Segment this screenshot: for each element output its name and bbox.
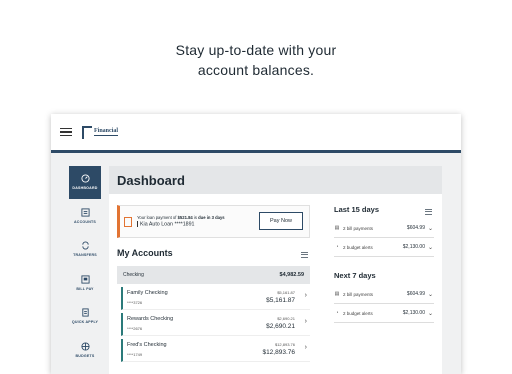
sidebar-item-label: BILL PAY [76,286,94,291]
sidebar-item-label: ACCOUNTS [74,219,96,224]
summary-amount: $2,130.00 [402,244,425,250]
document-icon [124,216,132,227]
section-title: My Accounts [117,248,173,258]
account-available: $5,161.87 [277,290,295,295]
quick-apply-icon [69,300,101,320]
app-body: DASHBOARD ACCOUNTS TRANSFERS BILL PAY QU… [51,153,461,374]
summary-row[interactable]: ▤ 2 bill payments $604.99 ⌄ [334,219,434,238]
logo-mark [82,125,92,139]
chevron-right-icon: › [304,344,307,351]
summary-amount: $604.99 [406,225,425,231]
chevron-down-icon: ⌄ [427,310,433,317]
sidebar-item-label: BUDGETS [75,353,95,358]
loan-marker [137,221,138,228]
notice-due: due in 3 days [198,215,225,221]
account-name: Fred's Checking [127,342,167,348]
summary-amount: $2,130.00 [402,310,425,316]
account-row[interactable]: Family Checking ****3726 $5,161.87 $5,16… [121,287,310,310]
bill-icon: ▤ [334,225,340,231]
logo-text: Financial [94,128,119,136]
sidebar-item-bill-pay[interactable]: BILL PAY [69,267,101,300]
accounts-icon [69,200,101,220]
marketing-headline: Stay up-to-date with your account balanc… [0,40,512,80]
sidebar-item-budgets[interactable]: BUDGETS [69,334,101,367]
bill-pay-icon [69,267,101,287]
sidebar-nav: DASHBOARD ACCOUNTS TRANSFERS BILL PAY QU… [69,166,101,367]
chevron-right-icon: › [304,292,307,299]
account-number: ****1749 [127,352,143,357]
loan-payment-notice: Your loan payment of $521.84 is due in 3… [117,205,310,238]
account-number: ****3726 [127,300,143,305]
group-total: $4,982.59 [279,272,304,278]
dashboard-icon [69,166,101,186]
top-bar: Financial [51,114,461,153]
notice-amount: $521.84 [177,215,193,221]
right-column: Last 15 days ▤ 2 bill payments $604.99 ⌄… [334,205,434,323]
filter-icon[interactable] [301,250,308,259]
notice-mid: is [193,215,197,221]
budget-alert-icon: ◔ [335,310,339,316]
dashboard-panel: Dashboard Your loan payment of $521.84 i… [109,166,442,374]
summary-amount: $604.99 [406,291,425,297]
summary-text: 2 budget alerts [343,310,373,316]
tablet-app-window: Financial DASHBOARD ACCOUNTS TRANSFERS B… [51,114,461,374]
summary-row[interactable]: ◔ 2 budget alerts $2,130.00 ⌄ [334,304,434,323]
sidebar-item-label: QUICK APPLY [71,320,99,324]
bank-logo: Financial [82,125,119,139]
pay-now-button[interactable]: Pay Now [259,212,303,230]
account-name: Rewards Checking [127,316,174,322]
headline-line-1: Stay up-to-date with your [175,42,337,58]
account-row[interactable]: Rewards Checking ****2676 $2,690.21 $2,6… [121,313,310,336]
chevron-down-icon: ⌄ [427,291,433,298]
headline-line-2: account balances. [197,62,315,78]
chevron-down-icon: ⌄ [427,225,433,232]
account-available: $12,893.76 [274,342,295,347]
account-available: $2,690.21 [277,316,295,321]
sidebar-item-label: DASHBOARD [72,186,98,190]
page-title: Dashboard [109,166,442,194]
account-balance: $5,161.87 [266,297,295,304]
my-accounts-heading: My Accounts [117,248,310,262]
summary-text: 2 bill payments [343,225,374,231]
next-7-days-heading: Next 7 days [334,271,434,285]
chevron-down-icon: ⌄ [427,244,433,251]
account-group-header: Checking $4,982.59 [117,266,310,284]
section-title: Last 15 days [334,205,380,214]
hamburger-menu-icon[interactable] [60,126,72,139]
loan-name: Kia Auto Loan ****1891 [140,221,195,228]
sidebar-item-transfers[interactable]: TRANSFERS [69,233,101,266]
account-balance: $2,690.21 [266,323,295,330]
summary-text: 2 bill payments [343,291,374,297]
last-15-days-heading: Last 15 days [334,205,434,219]
chevron-right-icon: › [304,318,307,325]
transfers-icon [69,233,101,253]
budgets-icon [69,334,101,354]
summary-text: 2 budget alerts [343,244,373,250]
account-balance: $12,893.76 [262,349,295,356]
account-number: ****2676 [127,326,143,331]
filter-icon[interactable] [425,207,432,216]
budget-alert-icon: ◔ [335,244,339,250]
sidebar-item-dashboard[interactable]: DASHBOARD [69,166,101,199]
group-label: Checking [123,272,144,278]
bill-icon: ▤ [334,291,340,297]
notice-text: Your loan payment of $521.84 is due in 3… [137,214,225,228]
sidebar-item-accounts[interactable]: ACCOUNTS [69,200,101,233]
summary-row[interactable]: ▤ 2 bill payments $604.99 ⌄ [334,285,434,304]
section-title: Next 7 days [334,271,376,280]
sidebar-item-label: TRANSFERS [73,253,97,257]
account-row[interactable]: Fred's Checking ****1749 $12,893.76 $12,… [121,339,310,362]
notice-prefix: Your loan payment of [137,215,177,221]
summary-row[interactable]: ◔ 2 budget alerts $2,130.00 ⌄ [334,238,434,257]
account-name: Family Checking [127,290,168,296]
left-column: Your loan payment of $521.84 is due in 3… [117,205,310,362]
sidebar-item-quick-apply[interactable]: QUICK APPLY [69,300,101,333]
